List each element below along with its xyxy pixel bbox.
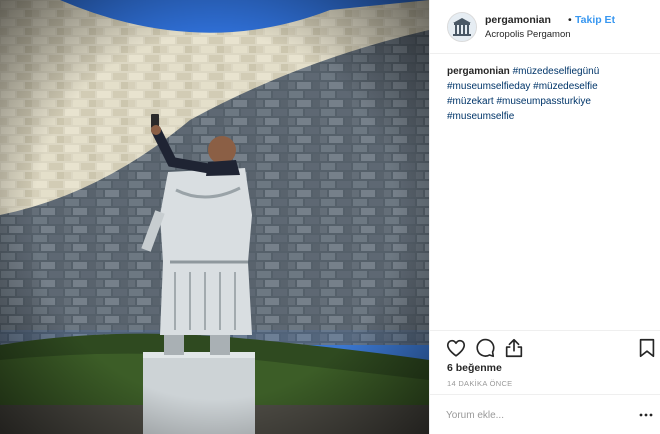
caption-username[interactable]: pergamonian [447, 66, 510, 77]
hashtag-link[interactable]: #museumselfieday [447, 81, 530, 92]
instagram-post: pergamonian • Takip Et Acropolis Pergamo… [0, 0, 660, 434]
hashtag-link[interactable]: #museumpassturkiye [496, 96, 590, 107]
post-side-panel: pergamonian • Takip Et Acropolis Pergamo… [429, 0, 660, 434]
hashtag-link[interactable]: #müzekart [447, 96, 494, 107]
post-photo[interactable] [0, 0, 429, 434]
hashtag-link[interactable]: #museumselfie [447, 111, 514, 122]
follow-button[interactable]: Takip Et [575, 14, 615, 26]
header-username[interactable]: pergamonian [485, 14, 551, 26]
more-options-icon[interactable] [638, 407, 654, 423]
comment-icon[interactable] [474, 337, 496, 359]
post-timestamp: 14 DAKİKA ÖNCE [447, 379, 513, 388]
location-link[interactable]: Acropolis Pergamon [485, 29, 571, 40]
action-bar [430, 330, 660, 362]
likes-count[interactable]: 6 beğenme [447, 362, 502, 374]
comment-input[interactable] [446, 405, 626, 425]
post-header: pergamonian • Takip Et Acropolis Pergamo… [430, 0, 660, 54]
share-icon[interactable] [503, 337, 525, 359]
hashtag-link[interactable]: #müzedeselfie [533, 81, 597, 92]
heart-icon[interactable] [445, 337, 467, 359]
temple-avatar-icon[interactable] [447, 12, 477, 42]
post-caption: pergamonian #müzedeselfiegünü #museumsel… [447, 64, 647, 124]
add-comment-section [430, 394, 660, 434]
header-separator: • [568, 14, 572, 26]
bookmark-icon[interactable] [636, 337, 658, 359]
hashtag-link[interactable]: #müzedeselfiegünü [513, 66, 600, 77]
